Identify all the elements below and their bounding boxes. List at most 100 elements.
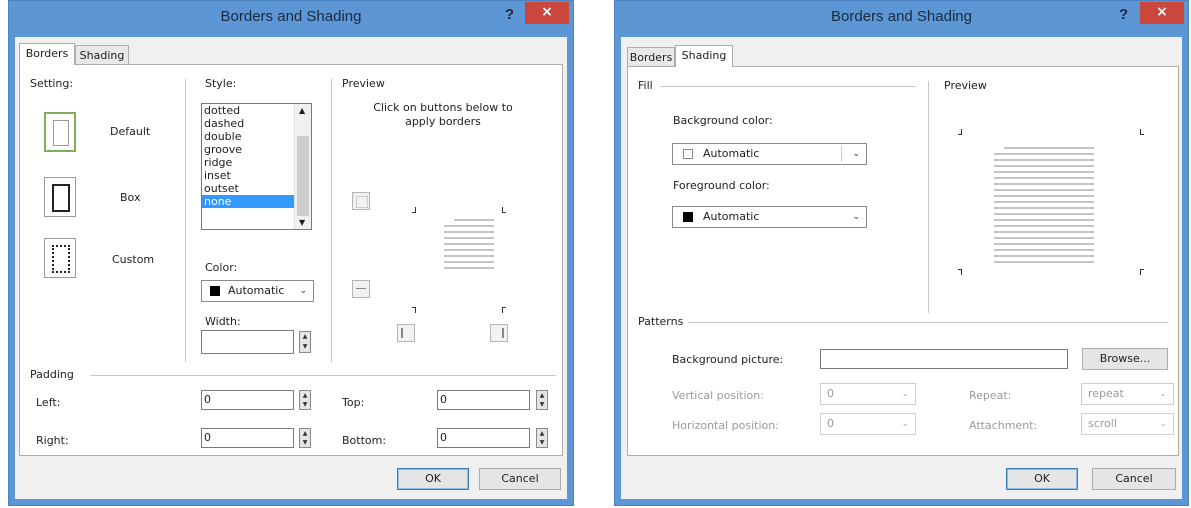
repeat-value: repeat [1088,387,1124,400]
width-spinner[interactable]: ▲ ▼ [299,331,311,353]
preview-hint: Click on buttons below to apply borders [373,101,513,128]
color-value: Automatic [228,284,285,297]
color-label: Color: [205,261,238,274]
cancel-button[interactable]: Cancel [479,468,561,490]
list-item-selected[interactable]: none [202,195,295,208]
tab-borders[interactable]: Borders [627,47,675,67]
attachment-label: Attachment: [969,419,1038,432]
setting-custom-label[interactable]: Custom [112,253,154,266]
bottom-spinner[interactable]: ▲ ▼ [536,428,548,448]
fill-divider [660,86,916,87]
setting-box-icon[interactable] [44,177,76,217]
style-scrollbar[interactable]: ▲ ▼ [294,104,311,229]
style-label: Style: [205,77,237,90]
tab-borders[interactable]: Borders [19,43,75,65]
tab-panel: Fill Background color: Automatic ⌄ Foreg… [627,66,1179,456]
right-border-button[interactable] [490,324,508,342]
fg-color-value: Automatic [703,210,760,223]
bg-color-swatch [683,149,693,159]
bg-color-value: Automatic [703,147,760,160]
patterns-label: Patterns [638,315,684,328]
top-spinner[interactable]: ▲ ▼ [536,390,548,410]
chevron-down-icon: ⌄ [852,149,860,159]
bottom-field[interactable]: 0 [437,428,530,448]
preview-label: Preview [342,77,385,90]
ok-button[interactable]: OK [1006,468,1078,490]
browse-button[interactable]: Browse... [1082,348,1168,370]
title-bar[interactable]: Borders and Shading ? × [9,1,573,35]
dialog-title: Borders and Shading [831,8,972,25]
setting-divider [185,79,186,362]
setting-custom-icon[interactable] [44,238,76,278]
close-button[interactable]: × [1140,2,1184,24]
ok-button[interactable]: OK [397,468,469,490]
hpos-value: 0 [827,417,834,430]
inside-horizontal-border-button[interactable] [352,280,370,298]
preview-area [408,205,510,315]
style-listbox[interactable]: dotted dashed double groove ridge inset … [201,103,312,230]
vpos-dropdown[interactable]: 0 ⌄ [820,383,916,405]
bg-color-label: Background color: [673,114,773,127]
width-label: Width: [205,315,241,328]
tab-panel: Setting: Default Box Custom Style: dotte… [19,64,563,456]
dialog-client-area: Borders Shading Setting: Default Box Cus… [15,37,567,499]
top-label: Top: [342,396,365,409]
cancel-button[interactable]: Cancel [1092,468,1176,490]
color-dropdown[interactable]: Automatic ⌄ [201,280,314,302]
close-button[interactable]: × [525,2,569,24]
right-field[interactable]: 0 [201,428,294,448]
borders-dialog-window: Borders and Shading ? × Borders Shading … [8,0,574,506]
scroll-up-icon[interactable]: ▲ [299,106,305,115]
left-border-button[interactable] [397,324,415,342]
hpos-dropdown[interactable]: 0 ⌄ [820,413,916,435]
color-swatch [210,286,220,296]
dialog-client-area: Borders Shading Fill Background color: A… [621,37,1182,499]
chevron-down-icon: ⌄ [1159,389,1167,399]
setting-label: Setting: [30,77,74,90]
setting-box-label[interactable]: Box [120,191,140,204]
bg-color-dropdown[interactable]: Automatic ⌄ [672,143,867,165]
width-field[interactable] [201,330,294,354]
repeat-dropdown[interactable]: repeat ⌄ [1081,383,1174,405]
setting-default-icon[interactable] [44,112,76,152]
vpos-label: Vertical position: [672,389,764,402]
attachment-dropdown[interactable]: scroll ⌄ [1081,413,1174,435]
chevron-down-icon: ⌄ [901,419,909,429]
fg-color-label: Foreground color: [673,179,770,192]
dialog-title: Borders and Shading [220,8,362,25]
scroll-thumb[interactable] [297,136,309,216]
help-button[interactable]: ? [505,6,514,23]
top-border-button[interactable] [352,192,370,210]
repeat-label: Repeat: [969,389,1012,402]
padding-divider [90,375,556,376]
hpos-label: Horizontal position: [672,419,779,432]
tab-shading[interactable]: Shading [75,45,129,65]
chevron-down-icon: ⌄ [901,389,909,399]
chevron-down-icon: ⌄ [852,212,860,222]
fg-color-dropdown[interactable]: Automatic ⌄ [672,206,867,228]
top-field[interactable]: 0 [437,390,530,410]
right-spinner[interactable]: ▲ ▼ [299,428,311,448]
tab-shading[interactable]: Shading [675,45,733,67]
left-field[interactable]: 0 [201,390,294,410]
bottom-label: Bottom: [342,434,387,447]
fill-label: Fill [638,79,653,92]
padding-label: Padding [30,368,74,381]
bg-picture-field[interactable] [820,349,1068,369]
scroll-down-icon[interactable]: ▼ [299,218,305,227]
setting-default-label[interactable]: Default [110,125,150,138]
bg-picture-label: Background picture: [672,353,784,366]
preview-label: Preview [944,79,987,92]
patterns-divider [688,322,1168,323]
chevron-down-icon: ⌄ [1159,419,1167,429]
right-label: Right: [36,434,69,447]
fg-color-swatch [683,212,693,222]
vpos-value: 0 [827,387,834,400]
attachment-value: scroll [1088,417,1117,430]
left-spinner[interactable]: ▲ ▼ [299,390,311,410]
preview-area [956,127,1146,277]
chevron-down-icon: ⌄ [299,286,307,296]
help-button[interactable]: ? [1119,6,1128,23]
title-bar[interactable]: Borders and Shading ? × [615,1,1188,35]
shading-dialog-window: Borders and Shading ? × Borders Shading … [614,0,1189,506]
